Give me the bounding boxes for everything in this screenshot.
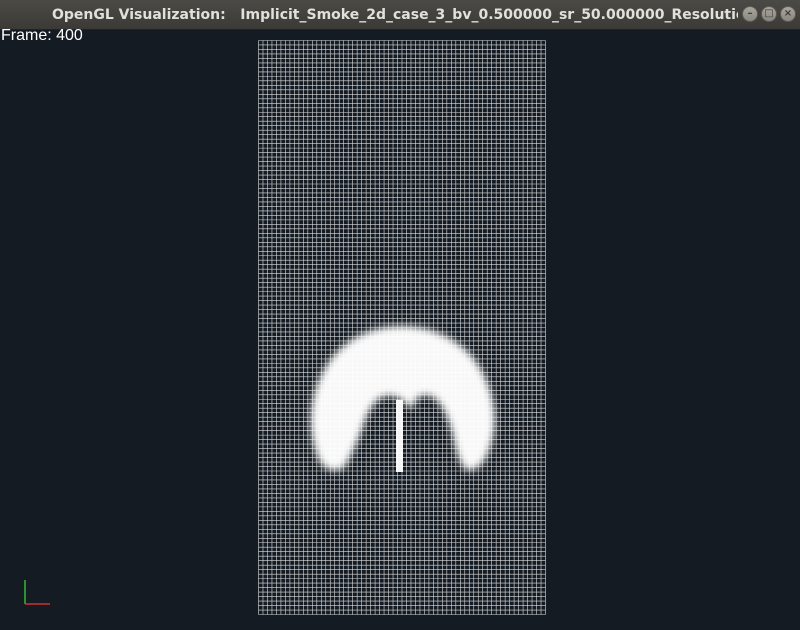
simulation-canvas — [24, 40, 546, 615]
axis-gizmo — [24, 580, 50, 605]
frame-counter: Frame: 400 — [1, 27, 83, 44]
simulation-grid — [258, 40, 546, 615]
grid-lines — [258, 40, 546, 615]
